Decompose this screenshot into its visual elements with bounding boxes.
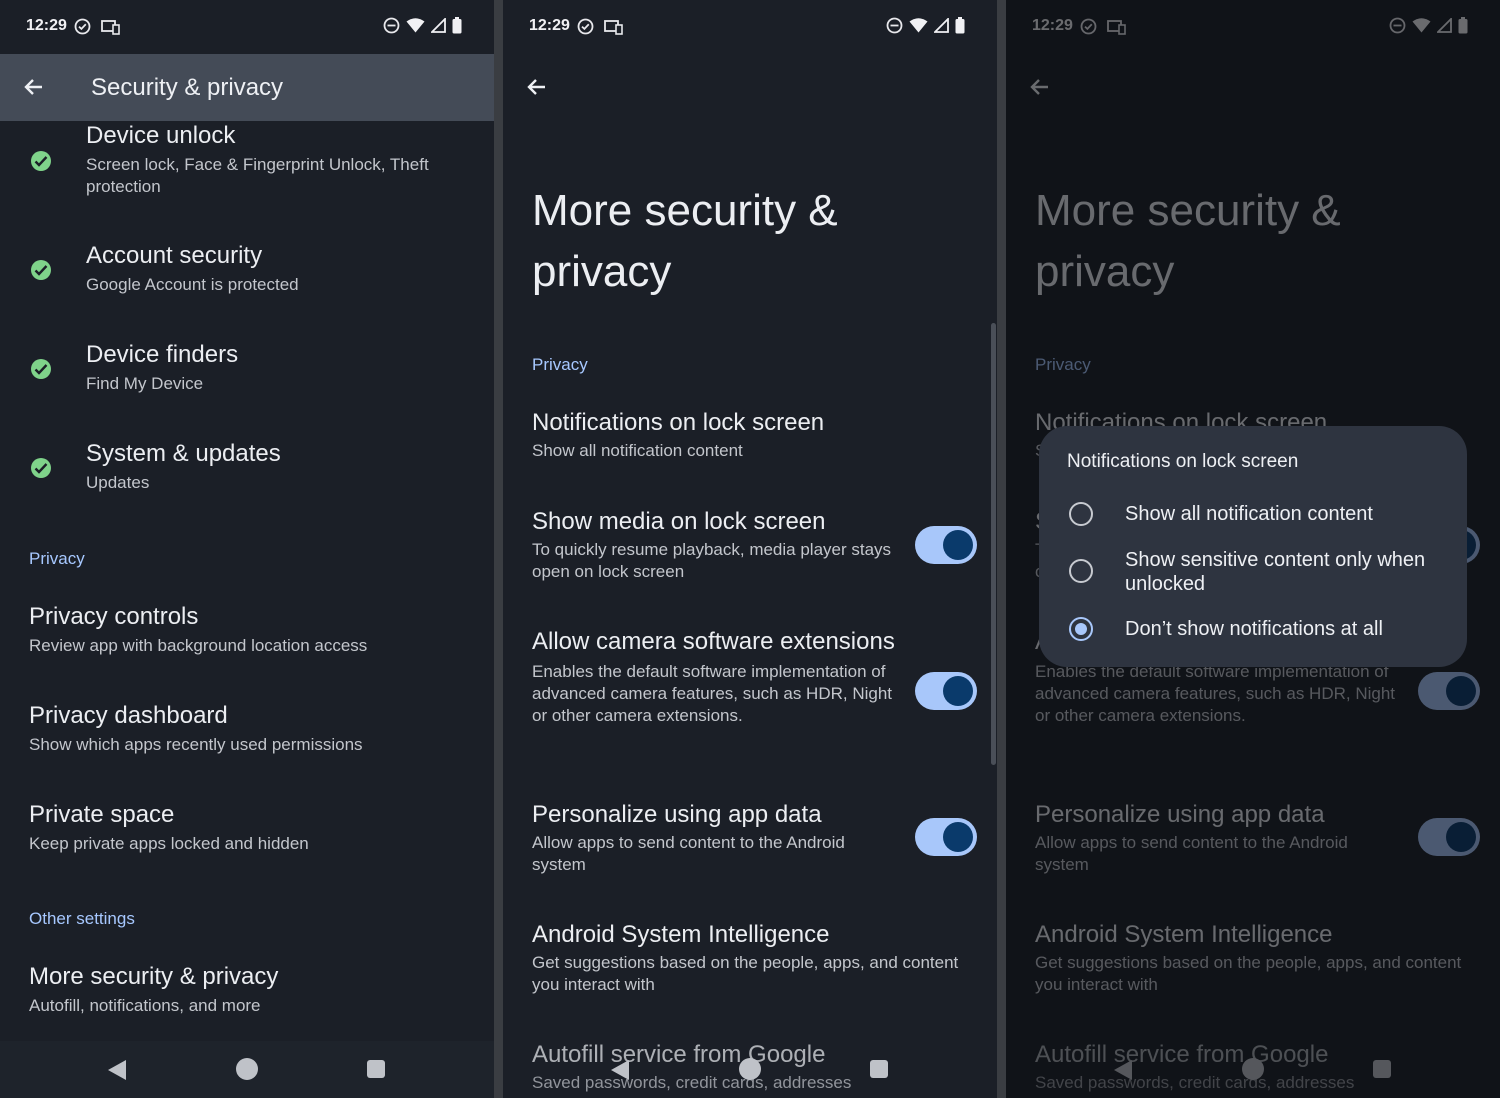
check-icon (31, 359, 51, 379)
nav-recents-icon[interactable] (870, 1060, 888, 1078)
setting-subtitle: Enables the default software implementat… (532, 662, 893, 725)
toggle-personalize[interactable] (915, 818, 977, 856)
nav-home-icon[interactable] (739, 1058, 761, 1080)
toggle-knob (943, 676, 973, 706)
item-subtitle: Updates (86, 473, 150, 492)
dnd-icon (383, 17, 400, 34)
option-label: Show sensitive content only when unlocke… (1125, 549, 1426, 595)
item-title: Device unlock (86, 122, 236, 149)
item-subtitle: Google Account is protected (86, 275, 299, 294)
status-bar: 12:29 (503, 0, 997, 54)
dnd-icon (886, 17, 903, 34)
signal-icon (431, 18, 446, 33)
check-circle-status-icon (577, 18, 594, 35)
setting-show-media-lock-screen[interactable]: Show media on lock screen To quickly res… (532, 507, 902, 583)
toggle-show-media[interactable] (915, 526, 977, 564)
radio-button-selected[interactable] (1069, 617, 1093, 641)
toggle-knob (943, 530, 973, 560)
item-title: Privacy dashboard (29, 702, 228, 729)
status-time: 12:29 (529, 17, 570, 34)
item-title: System & updates (86, 440, 281, 467)
nav-home-icon[interactable] (236, 1058, 258, 1080)
section-header-privacy: Privacy (532, 355, 588, 374)
setting-title: Android System Intelligence (532, 921, 830, 948)
page-title: More security & privacy (532, 186, 838, 296)
toggle-knob (943, 822, 973, 852)
section-header-privacy: Privacy (29, 549, 85, 568)
item-subtitle: Keep private apps locked and hidden (29, 834, 309, 853)
check-icon (31, 260, 51, 280)
status-bar: 12:29 (0, 0, 494, 54)
item-title: More security & privacy (29, 963, 279, 990)
toggle-camera-extensions[interactable] (915, 672, 977, 710)
item-title: Device finders (86, 341, 239, 368)
radio-button[interactable] (1069, 559, 1093, 583)
item-title: Account security (86, 242, 263, 269)
radio-option-sensitive-unlocked[interactable]: Show sensitive content only when unlocke… (1069, 548, 1449, 598)
cast-icon (101, 19, 120, 35)
nav-recents-icon[interactable] (367, 1060, 385, 1078)
security-privacy-screen: 12:29 Security & privacy Device unlock S… (0, 0, 494, 1098)
setting-subtitle: Allow apps to send content to the Androi… (532, 833, 845, 874)
nav-back-icon[interactable] (610, 1059, 630, 1081)
item-subtitle: Screen lock, Face & Fingerprint Unlock, … (86, 155, 429, 196)
nav-back-icon[interactable] (107, 1059, 127, 1081)
setting-notifications-lock-screen[interactable]: Notifications on lock screen Show all no… (532, 408, 972, 462)
check-icon (31, 151, 51, 171)
setting-subtitle: Show all notification content (532, 441, 743, 460)
setting-subtitle: To quickly resume playback, media player… (532, 540, 892, 581)
wifi-icon (406, 18, 425, 33)
page-title: Security & privacy (91, 74, 284, 101)
status-time: 12:29 (26, 17, 67, 34)
radio-button[interactable] (1069, 502, 1093, 526)
more-security-privacy-screen: 12:29 More security & privacy Privacy No… (503, 0, 997, 1098)
setting-title: Allow camera software extensions (532, 628, 895, 655)
setting-title: Show media on lock screen (532, 508, 826, 535)
navigation-bar (0, 1041, 494, 1098)
setting-camera-extensions[interactable]: Allow camera software extensions Enables… (532, 627, 902, 727)
check-circle-status-icon (74, 18, 91, 35)
section-header-other-settings: Other settings (29, 909, 135, 928)
app-bar: Security & privacy (0, 54, 494, 121)
battery-icon (452, 17, 462, 34)
radio-option-dont-show[interactable]: Don’t show notifications at all (1069, 617, 1449, 645)
item-title: Private space (29, 801, 175, 828)
back-arrow-icon[interactable] (525, 75, 549, 99)
item-subtitle: Find My Device (86, 374, 204, 393)
scrollbar[interactable] (991, 323, 996, 765)
notifications-dialog: Notifications on lock screen Show all no… (1039, 426, 1467, 667)
back-arrow-icon[interactable] (22, 75, 46, 99)
wifi-icon (909, 18, 928, 33)
setting-android-system-intelligence[interactable]: Android System Intelligence Get suggesti… (532, 920, 972, 996)
navigation-bar (503, 1041, 997, 1098)
notifications-dialog-screen: 12:29 More security & privacy Privacy No… (1006, 0, 1500, 1098)
radio-option-show-all[interactable]: Show all notification content (1069, 502, 1449, 530)
item-title: Privacy controls (29, 603, 199, 630)
battery-icon (955, 17, 965, 34)
setting-personalize-app-data[interactable]: Personalize using app data Allow apps to… (532, 800, 902, 876)
option-label: Show all notification content (1125, 503, 1373, 525)
signal-icon (934, 18, 949, 33)
cast-icon (604, 19, 623, 35)
item-subtitle: Review app with background location acce… (29, 636, 368, 655)
option-label: Don’t show notifications at all (1125, 618, 1383, 640)
setting-subtitle: Get suggestions based on the people, app… (532, 953, 959, 994)
item-subtitle: Show which apps recently used permission… (29, 735, 363, 754)
check-icon (31, 458, 51, 478)
item-subtitle: Autofill, notifications, and more (29, 996, 261, 1015)
setting-title: Personalize using app data (532, 801, 822, 828)
setting-title: Notifications on lock screen (532, 409, 825, 436)
dialog-title: Notifications on lock screen (1067, 451, 1299, 472)
